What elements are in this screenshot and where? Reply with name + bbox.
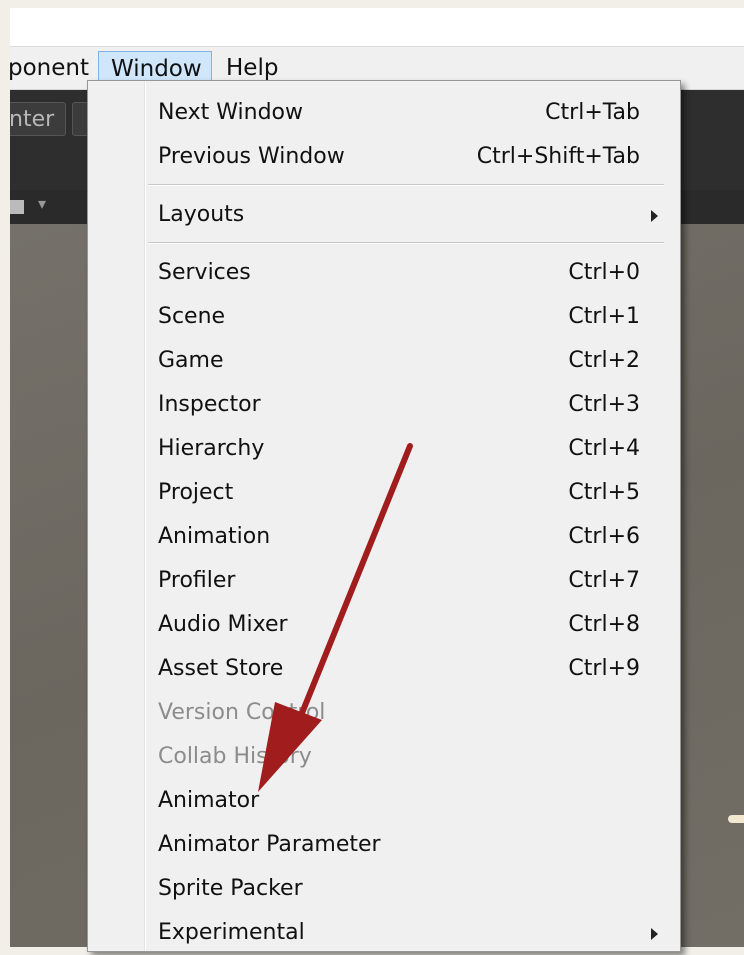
- menu-item-version-control: Version Control: [88, 691, 680, 735]
- menu-item-shortcut: Ctrl+Shift+Tab: [476, 144, 640, 169]
- menu-item-shortcut: Ctrl+Tab: [545, 100, 640, 125]
- menu-item-shortcut: Ctrl+4: [568, 436, 640, 461]
- chevron-down-icon[interactable]: ▾: [38, 194, 46, 213]
- menu-item-shortcut: Ctrl+7: [568, 568, 640, 593]
- menu-item-label: Sprite Packer: [158, 876, 303, 901]
- menu-item-label: Audio Mixer: [158, 612, 288, 637]
- menu-item-label: Next Window: [158, 100, 303, 125]
- menu-item-layouts[interactable]: Layouts: [88, 193, 680, 237]
- menu-item-next-window[interactable]: Next Window Ctrl+Tab: [88, 91, 680, 135]
- menu-item-shortcut: Ctrl+0: [568, 260, 640, 285]
- menu-item-label: Services: [158, 260, 251, 285]
- menu-item-inspector[interactable]: Inspector Ctrl+3: [88, 383, 680, 427]
- menu-item-previous-window[interactable]: Previous Window Ctrl+Shift+Tab: [88, 135, 680, 179]
- menu-item-experimental[interactable]: Experimental: [88, 911, 680, 955]
- menu-item-shortcut: Ctrl+6: [568, 524, 640, 549]
- menu-item-shortcut: Ctrl+2: [568, 348, 640, 373]
- menu-item-label: Project: [158, 480, 234, 505]
- menu-item-asset-store[interactable]: Asset Store Ctrl+9: [88, 647, 680, 691]
- menu-item-sprite-packer[interactable]: Sprite Packer: [88, 867, 680, 911]
- submenu-arrow-icon: [651, 210, 658, 222]
- menu-item-label: Asset Store: [158, 656, 284, 681]
- menu-separator: [148, 184, 664, 186]
- menu-item-label: Previous Window: [158, 144, 345, 169]
- menu-item-animator-parameter[interactable]: Animator Parameter: [88, 823, 680, 867]
- menu-item-collab-history: Collab History: [88, 735, 680, 779]
- menu-item-label: Experimental: [158, 920, 305, 945]
- menu-item-audio-mixer[interactable]: Audio Mixer Ctrl+8: [88, 603, 680, 647]
- menu-item-label: Hierarchy: [158, 436, 265, 461]
- menu-item-label: Version Control: [158, 700, 326, 725]
- window-dropdown-menu: Next Window Ctrl+Tab Previous Window Ctrl+S…: [87, 80, 681, 952]
- shading-mode-icon[interactable]: [10, 200, 24, 214]
- menu-item-label: Profiler: [158, 568, 236, 593]
- menu-item-label: Inspector: [158, 392, 261, 417]
- title-bar: [10, 8, 744, 47]
- menu-item-profiler[interactable]: Profiler Ctrl+7: [88, 559, 680, 603]
- scene-gizmo-icon[interactable]: [728, 775, 744, 865]
- menu-item-shortcut: Ctrl+8: [568, 612, 640, 637]
- menu-item-services[interactable]: Services Ctrl+0: [88, 251, 680, 295]
- menu-item-shortcut: Ctrl+1: [568, 304, 640, 329]
- menu-item-label: Scene: [158, 304, 226, 329]
- menu-item-label: Game: [158, 348, 224, 373]
- submenu-arrow-icon: [651, 928, 658, 940]
- pivot-center-toggle[interactable]: nter: [10, 102, 66, 136]
- menu-item-shortcut: Ctrl+9: [568, 656, 640, 681]
- menu-item-scene[interactable]: Scene Ctrl+1: [88, 295, 680, 339]
- menu-item-label: Animator: [158, 788, 260, 813]
- menu-item-label: Animation: [158, 524, 271, 549]
- menu-item-label: Layouts: [158, 202, 245, 227]
- menu-item-shortcut: Ctrl+5: [568, 480, 640, 505]
- menu-item-game[interactable]: Game Ctrl+2: [88, 339, 680, 383]
- menu-item-animator[interactable]: Animator: [88, 779, 680, 823]
- menu-item-label: Collab History: [158, 744, 312, 769]
- menu-item-label: Animator Parameter: [158, 832, 381, 857]
- menu-item-animation[interactable]: Animation Ctrl+6: [88, 515, 680, 559]
- menu-item-hierarchy[interactable]: Hierarchy Ctrl+4: [88, 427, 680, 471]
- menu-item-project[interactable]: Project Ctrl+5: [88, 471, 680, 515]
- menu-item-shortcut: Ctrl+3: [568, 392, 640, 417]
- menu-separator: [148, 242, 664, 244]
